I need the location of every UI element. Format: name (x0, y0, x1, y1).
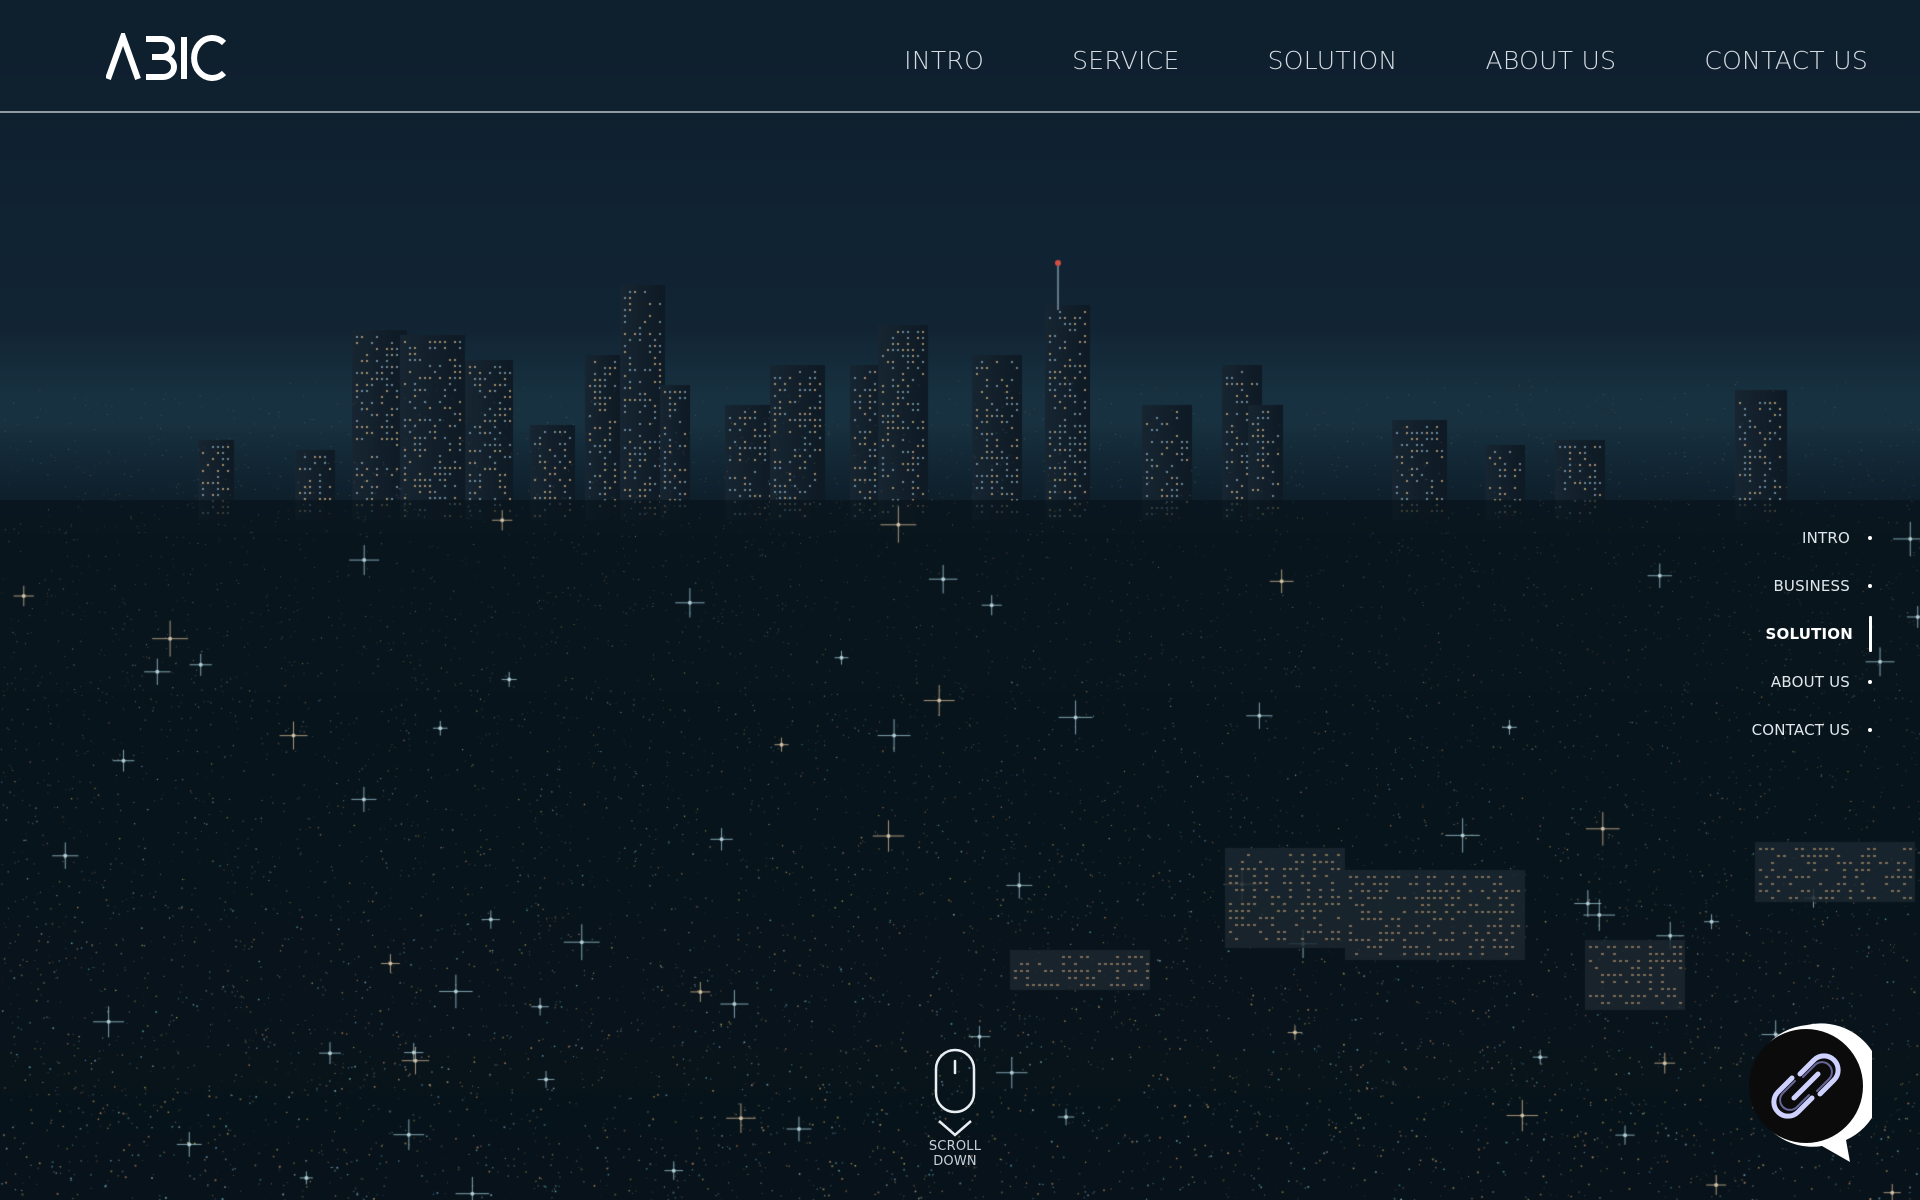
chevron-down-icon (938, 1120, 972, 1137)
nav-intro[interactable]: INTRO (904, 46, 984, 76)
dot-indicator-icon (1868, 536, 1872, 540)
dot-indicator-icon (1868, 680, 1872, 684)
side-nav-label: SOLUTION (1765, 625, 1853, 643)
side-nav-about-us[interactable]: ABOUT US (1612, 658, 1872, 706)
scroll-down-hint[interactable]: SCROLL DOWN (905, 1047, 1005, 1169)
abic-logo[interactable] (105, 28, 228, 81)
nav-service[interactable]: SERVICE (1072, 46, 1180, 76)
nav-solution[interactable]: SOLUTION (1268, 46, 1398, 76)
side-nav-label: ABOUT US (1770, 673, 1850, 691)
abic-logo-mark (105, 28, 227, 81)
section-dot-nav: INTRO BUSINESS SOLUTION ABOUT US CONTACT… (1612, 514, 1872, 754)
top-header: INTRO SERVICE SOLUTION ABOUT US CONTACT … (0, 0, 1920, 113)
side-nav-intro[interactable]: INTRO (1612, 514, 1872, 562)
side-nav-solution[interactable]: SOLUTION (1612, 610, 1872, 658)
dot-indicator-icon (1868, 584, 1872, 588)
scroll-down-label: SCROLL DOWN (928, 1139, 982, 1169)
link-button[interactable] (1742, 1022, 1882, 1162)
mouse-icon (934, 1048, 976, 1137)
side-nav-label: CONTACT US (1751, 721, 1850, 739)
active-bar-indicator-icon (1869, 616, 1872, 652)
nav-contact-us[interactable]: CONTACT US (1704, 46, 1868, 76)
link-icon (1749, 1023, 1882, 1162)
side-nav-label: INTRO (1801, 529, 1850, 547)
hero-section: INTRO SERVICE SOLUTION ABOUT US CONTACT … (0, 0, 1920, 1200)
side-nav-business[interactable]: BUSINESS (1612, 562, 1872, 610)
side-nav-contact-us[interactable]: CONTACT US (1612, 706, 1872, 754)
dot-indicator-icon (1868, 728, 1872, 732)
main-nav: INTRO SERVICE SOLUTION ABOUT US CONTACT … (904, 46, 1868, 76)
side-nav-label: BUSINESS (1773, 577, 1850, 595)
nav-about-us[interactable]: ABOUT US (1486, 46, 1617, 76)
